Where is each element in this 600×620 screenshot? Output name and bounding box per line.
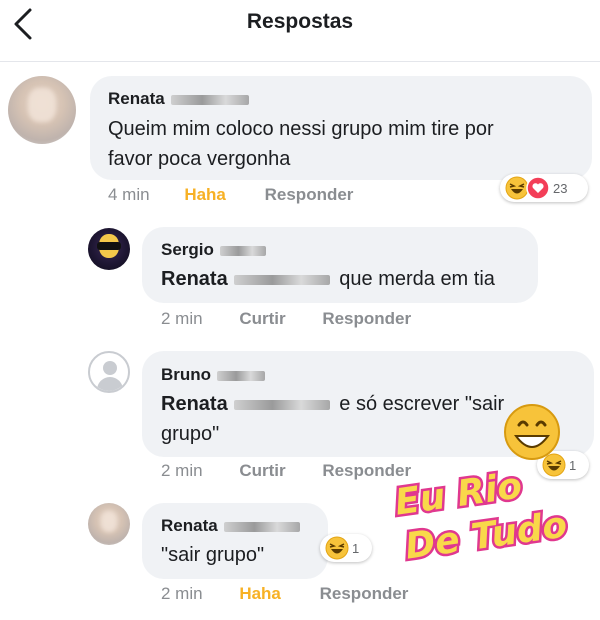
comment-meta: 2 min Haha Responder	[161, 584, 408, 604]
comment-author[interactable]: Bruno	[161, 365, 266, 385]
comment-author[interactable]: Sergio	[161, 240, 266, 260]
laughing-emoji-icon	[504, 404, 560, 460]
avatar[interactable]	[8, 76, 76, 144]
reply-button[interactable]: Responder	[265, 185, 354, 204]
comment-meta: 2 min Curtir Responder	[161, 309, 411, 329]
haha-button[interactable]: Haha	[184, 185, 226, 204]
mention-tag[interactable]: Renata	[161, 268, 228, 290]
comment-meta: 2 min Curtir Responder	[161, 461, 411, 481]
avatar[interactable]	[88, 228, 130, 270]
watermark-logo: Eu Rio De Tudo	[390, 404, 572, 567]
comment-author[interactable]: Renata	[161, 516, 300, 536]
haha-emoji-icon	[325, 536, 349, 560]
top-bar: Respostas	[0, 0, 600, 62]
like-button[interactable]: Curtir	[239, 461, 285, 480]
censored-surname	[233, 399, 330, 410]
avatar[interactable]	[88, 351, 130, 393]
reply-button[interactable]: Responder	[322, 309, 411, 328]
mention-tag[interactable]: Renata	[161, 393, 228, 415]
reaction-summary[interactable]: 1	[320, 534, 372, 562]
comment-time: 2 min	[161, 461, 203, 480]
comment-author[interactable]: Renata	[108, 89, 249, 109]
comment-text: "sair grupo"	[161, 544, 265, 566]
like-button[interactable]: Curtir	[239, 309, 285, 328]
censored-surname	[217, 370, 266, 381]
reply-button[interactable]: Responder	[320, 584, 409, 603]
reaction-count: 23	[553, 180, 568, 196]
comment-meta: 4 min Haha Responder	[108, 185, 353, 205]
censored-surname	[233, 274, 330, 285]
reaction-summary[interactable]: 23	[500, 174, 588, 202]
comment-time: 2 min	[161, 309, 203, 328]
comment-time: 4 min	[108, 185, 150, 204]
censored-surname	[170, 94, 249, 105]
reaction-count: 1	[352, 540, 360, 556]
avatar[interactable]	[88, 503, 130, 545]
comment-text: Queim mim coloco nessi grupo mim tire po…	[108, 118, 494, 170]
comment-text: Renata que merda em tia	[161, 268, 495, 290]
comment-time: 2 min	[161, 584, 203, 603]
haha-button[interactable]: Haha	[239, 584, 281, 603]
censored-surname	[223, 521, 300, 532]
love-heart-icon	[526, 176, 550, 200]
censored-surname	[219, 245, 266, 256]
page-title: Respostas	[246, 10, 354, 33]
